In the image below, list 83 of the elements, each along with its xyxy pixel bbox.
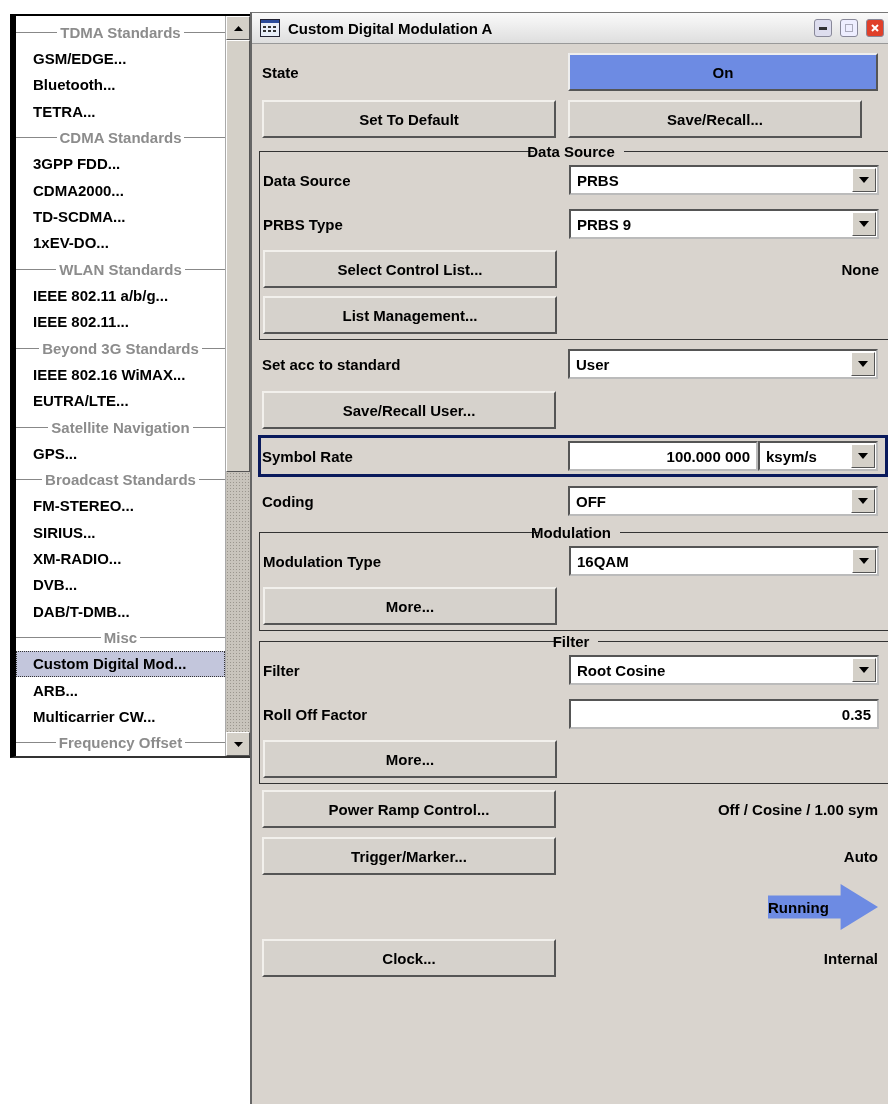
dropdown-arrow-icon [859, 667, 869, 673]
menu-item[interactable]: IEEE 802.11... [16, 308, 225, 335]
input-field[interactable]: 0.35 [569, 699, 879, 729]
close-icon [871, 24, 879, 32]
menu-item[interactable]: DVB... [16, 571, 225, 599]
dropdown-arrow-icon [858, 453, 868, 459]
menu-section-header: CDMA Standards [59, 128, 182, 146]
running-indicator: Running [768, 884, 878, 930]
minimize-icon [819, 26, 827, 30]
value-text: Auto [842, 847, 878, 865]
dropdown-arrow-icon [859, 558, 869, 564]
dropdown-field[interactable]: ksym/s [758, 441, 878, 471]
menu-section-header: WLAN Standards [59, 260, 182, 278]
menu-section-header: Frequency Offset [58, 734, 183, 752]
dropdown-field[interactable]: Root Cosine [569, 655, 879, 685]
dialog-button[interactable]: Save/Recall User... [262, 391, 556, 429]
value-text: Off / Cosine / 1.00 sym [716, 800, 878, 818]
menu-section-header: Beyond 3G Standards [42, 339, 199, 357]
group-title: Data Source [526, 144, 616, 159]
menu-item[interactable]: CDMA2000... [16, 176, 225, 204]
menu-item[interactable]: TETRA... [16, 97, 225, 125]
dialog-button[interactable]: Clock... [262, 939, 556, 977]
menu-item[interactable]: SIRIUS... [16, 519, 225, 546]
dialog-button[interactable]: More... [263, 587, 557, 625]
dropdown-field[interactable]: PRBS [569, 165, 879, 195]
menu-item[interactable]: EUTRA/LTE... [16, 387, 225, 414]
dialog-button[interactable]: Set To Default [262, 100, 556, 138]
menu-item[interactable]: Bluetooth... [16, 71, 225, 98]
menu-item[interactable]: 3GPP FDD... [16, 150, 225, 177]
dropdown-field[interactable]: PRBS 9 [569, 209, 879, 239]
field-label: State [262, 63, 300, 81]
field-label: Symbol Rate [262, 447, 354, 465]
menu-item[interactable]: GSM/EDGE... [16, 45, 225, 72]
field-label: Modulation Type [263, 552, 383, 570]
dropdown-field[interactable]: OFF [568, 486, 878, 516]
menu-item[interactable]: XM-RADIO... [16, 545, 225, 572]
close-button[interactable] [866, 19, 884, 37]
menu-section-header: Misc [103, 629, 138, 647]
dropdown-arrow-icon [858, 361, 868, 367]
window-title: Custom Digital Modulation A [288, 19, 494, 37]
scroll-down-icon [233, 741, 243, 747]
dialog-button[interactable]: Select Control List... [263, 250, 557, 288]
field-label: Coding [262, 492, 315, 510]
menu-item[interactable]: Custom Digital Mod... [16, 650, 225, 678]
dialog-button[interactable]: Trigger/Marker... [262, 837, 556, 875]
menu-item[interactable]: IEEE 802.11 a/b/g... [16, 282, 225, 309]
state-toggle[interactable]: On [568, 53, 878, 91]
group-title: Filter [551, 634, 591, 649]
scrollbar[interactable] [225, 16, 250, 756]
window-app-icon [260, 19, 280, 37]
field-label: Set acc to standard [262, 355, 402, 373]
menu-section-header: Satellite Navigation [51, 418, 190, 436]
dialog-button[interactable]: List Management... [263, 296, 557, 334]
field-label: Filter [263, 661, 301, 679]
dialog-button[interactable]: More... [263, 740, 557, 778]
field-label: PRBS Type [263, 215, 344, 233]
scroll-up-icon [233, 25, 243, 31]
menu-item[interactable]: TD-SCDMA... [16, 203, 225, 230]
maximize-icon [845, 24, 853, 32]
dropdown-arrow-icon [858, 498, 868, 504]
maximize-button[interactable] [840, 19, 858, 37]
menu-item[interactable]: ARB... [16, 677, 225, 704]
minimize-button[interactable] [814, 19, 832, 37]
menu-section-header: Broadcast Standards [45, 471, 196, 489]
menu-item[interactable]: IEEE 802.16 WiMAX... [16, 361, 225, 388]
dropdown-field[interactable]: 16QAM [569, 546, 879, 576]
dropdown-field[interactable]: User [568, 349, 878, 379]
dropdown-arrow-icon [859, 177, 869, 183]
dialog-button[interactable]: Power Ramp Control... [262, 790, 556, 828]
dialog-button[interactable]: Save/Recall... [568, 100, 862, 138]
value-text: Internal [822, 949, 878, 967]
menu-item[interactable]: Multicarrier CW... [16, 703, 225, 730]
field-label: Roll Off Factor [263, 705, 369, 723]
menu-item[interactable]: 1xEV-DO... [16, 229, 225, 256]
group-title: Modulation [530, 525, 612, 540]
input-field[interactable]: 100.000 000 [568, 441, 758, 471]
menu-item[interactable]: GPS... [16, 440, 225, 467]
dropdown-arrow-icon [859, 221, 869, 227]
value-text: None [840, 260, 879, 278]
field-label: Data Source [263, 171, 352, 189]
menu-item[interactable]: DAB/T-DMB... [16, 598, 225, 625]
menu-item[interactable]: FM-STEREO... [16, 492, 225, 520]
menu-section-header: TDMA Standards [60, 23, 181, 41]
